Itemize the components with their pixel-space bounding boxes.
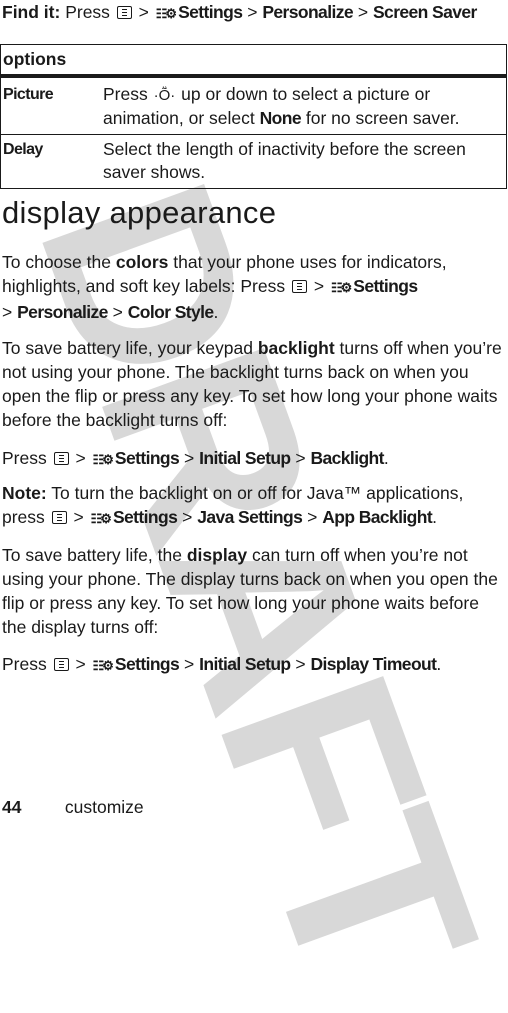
settings-icon: ☷⚙ [90,511,112,526]
note-label: Note: [2,483,47,503]
separator: > [295,448,306,468]
path-display-timeout: Display Timeout [310,654,437,674]
path-java-settings: Java Settings [197,507,303,527]
table-row: Delay Select the length of inactivity be… [0,134,507,189]
menu-key-icon [291,280,307,293]
backlight-path: Press > ☷⚙ Settings > Initial Setup > Bac… [2,446,506,472]
keyword-backlight: backlight [257,338,335,358]
menu-key-icon [51,511,67,524]
find-it-label: Find it: [2,2,61,22]
settings-icon: ☷⚙ [92,452,114,467]
keyword-display: display [186,545,248,565]
path-settings: Settings [112,507,178,527]
separator: > [247,2,258,22]
separator: > [75,654,86,674]
separator: > [75,448,86,468]
option-name: Delay [0,134,95,189]
press-text: Press [2,448,47,468]
separator: > [307,507,318,527]
path-initial-setup: Initial Setup [199,654,291,674]
path-screen-saver: Screen Saver [372,2,477,22]
settings-icon: ☷⚙ [330,280,352,295]
para-text: To save battery life, your keypad [2,338,253,358]
path-personalize: Personalize [262,2,353,22]
settings-icon: ☷⚙ [92,658,114,673]
press-text: Press [65,2,110,22]
para-text: To save battery life, the [2,545,182,565]
separator: > [182,507,193,527]
menu-key-icon [53,658,69,671]
separator: > [357,2,369,22]
table-row: Picture Press ·Ṏ· up or down to select a… [0,76,507,135]
display-paragraph: To save battery life, the display can tu… [2,543,506,639]
separator: > [73,507,84,527]
option-description: Select the length of inactivity before t… [95,134,507,189]
option-description: Press ·Ṏ· up or down to select a picture… [95,76,507,135]
desc-text: Press [103,84,148,104]
display-path: Press > ☷⚙ Settings > Initial Setup > Dis… [2,652,506,678]
settings-icon: ☷⚙ [155,6,177,21]
path-initial-setup: Initial Setup [199,448,291,468]
separator: > [184,654,195,674]
section-title: display appearance [2,195,277,230]
path-backlight: Backlight [310,448,385,468]
options-table: options Picture Press ·Ṏ· up or down to … [0,44,507,189]
path-settings: Settings [353,276,418,296]
page-number: 44 [2,797,22,817]
separator: > [138,2,149,22]
separator: > [313,276,325,296]
path-settings: Settings [178,2,243,22]
page-footer: 44 customize [2,797,144,818]
period: . [213,302,219,322]
note-paragraph: Note: To turn the backlight on or off fo… [2,481,506,531]
menu-key-icon [53,452,69,465]
desc-text: for no screen saver. [305,108,460,128]
press-text: Press [2,654,47,674]
para-text: To choose the [2,252,111,272]
colors-paragraph: To choose the colors that your phone use… [2,250,506,324]
backlight-paragraph: To save battery life, your keypad backli… [2,336,506,432]
footer-section: customize [64,797,144,817]
path-personalize: Personalize [17,302,108,322]
navigation-key-icon: ·Ṏ· [153,87,176,104]
keyword-colors: colors [115,252,169,272]
separator: > [2,302,13,322]
period: . [432,507,437,527]
separator: > [112,302,123,322]
path-settings: Settings [114,654,180,674]
options-table-header: options [0,44,507,78]
menu-key-icon [116,6,132,19]
option-none: None [259,108,302,128]
path-app-backlight: App Backlight [322,507,433,527]
separator: > [184,448,195,468]
period: . [383,448,389,468]
period: . [436,654,442,674]
path-settings: Settings [114,448,180,468]
separator: > [295,654,306,674]
path-color-style: Color Style [127,302,214,322]
option-name: Picture [0,76,95,135]
find-it-line: Find it: Press > ☷⚙ Settings > Personaliz… [2,0,477,26]
